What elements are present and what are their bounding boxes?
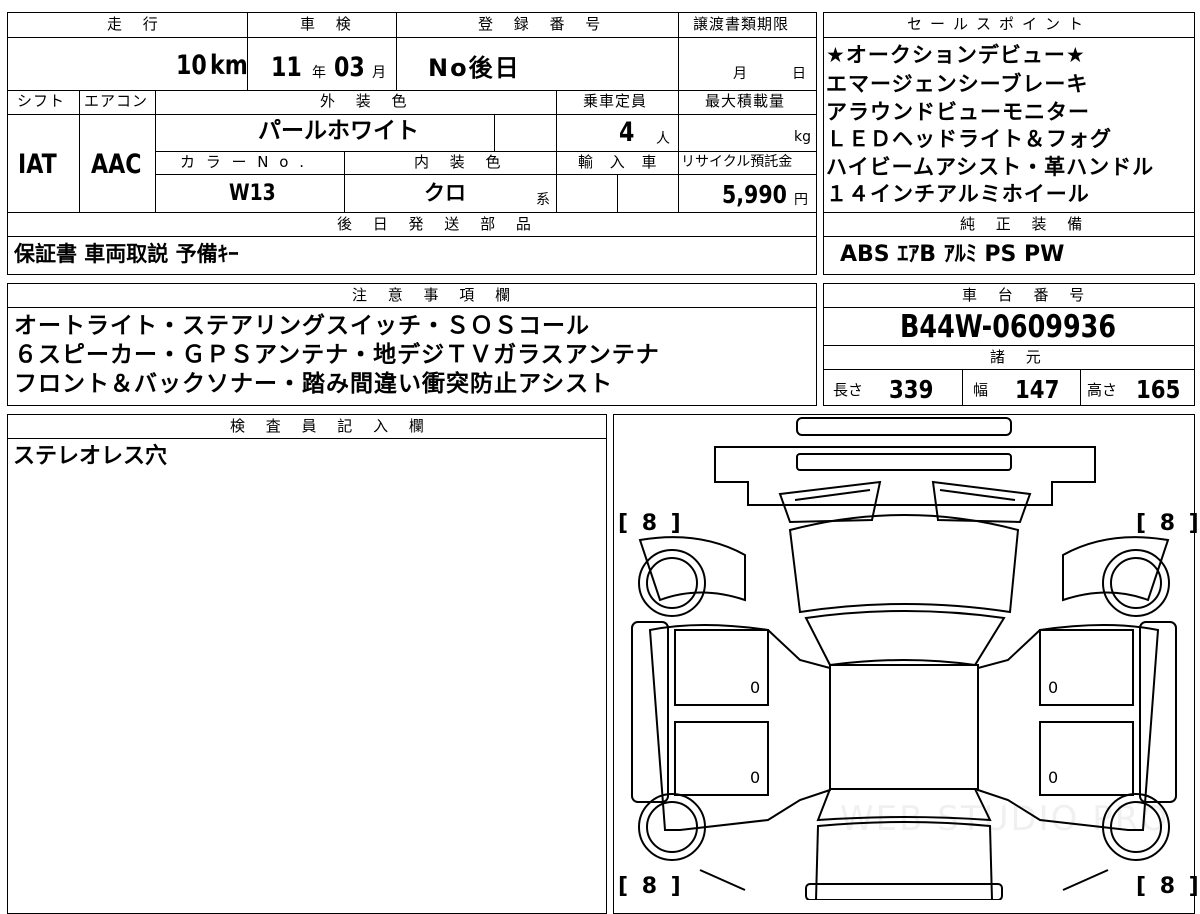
tire-tread-rear-right: [ 8 ] <box>1136 874 1200 899</box>
tire-tread-front-right: [ 8 ] <box>1136 511 1200 536</box>
tire-tread-rear-left: [ 8 ] <box>618 874 684 899</box>
car-diagram: WEB STUDIO PRO <box>631 417 1177 900</box>
panel-value: 0 <box>750 768 761 787</box>
watermark: WEB STUDIO PRO <box>840 799 1169 839</box>
panel-value: 0 <box>750 678 761 697</box>
panel-value: 0 <box>1048 678 1059 697</box>
panel-value: 0 <box>1048 768 1059 787</box>
tire-tread-front-left: [ 8 ] <box>618 511 684 536</box>
